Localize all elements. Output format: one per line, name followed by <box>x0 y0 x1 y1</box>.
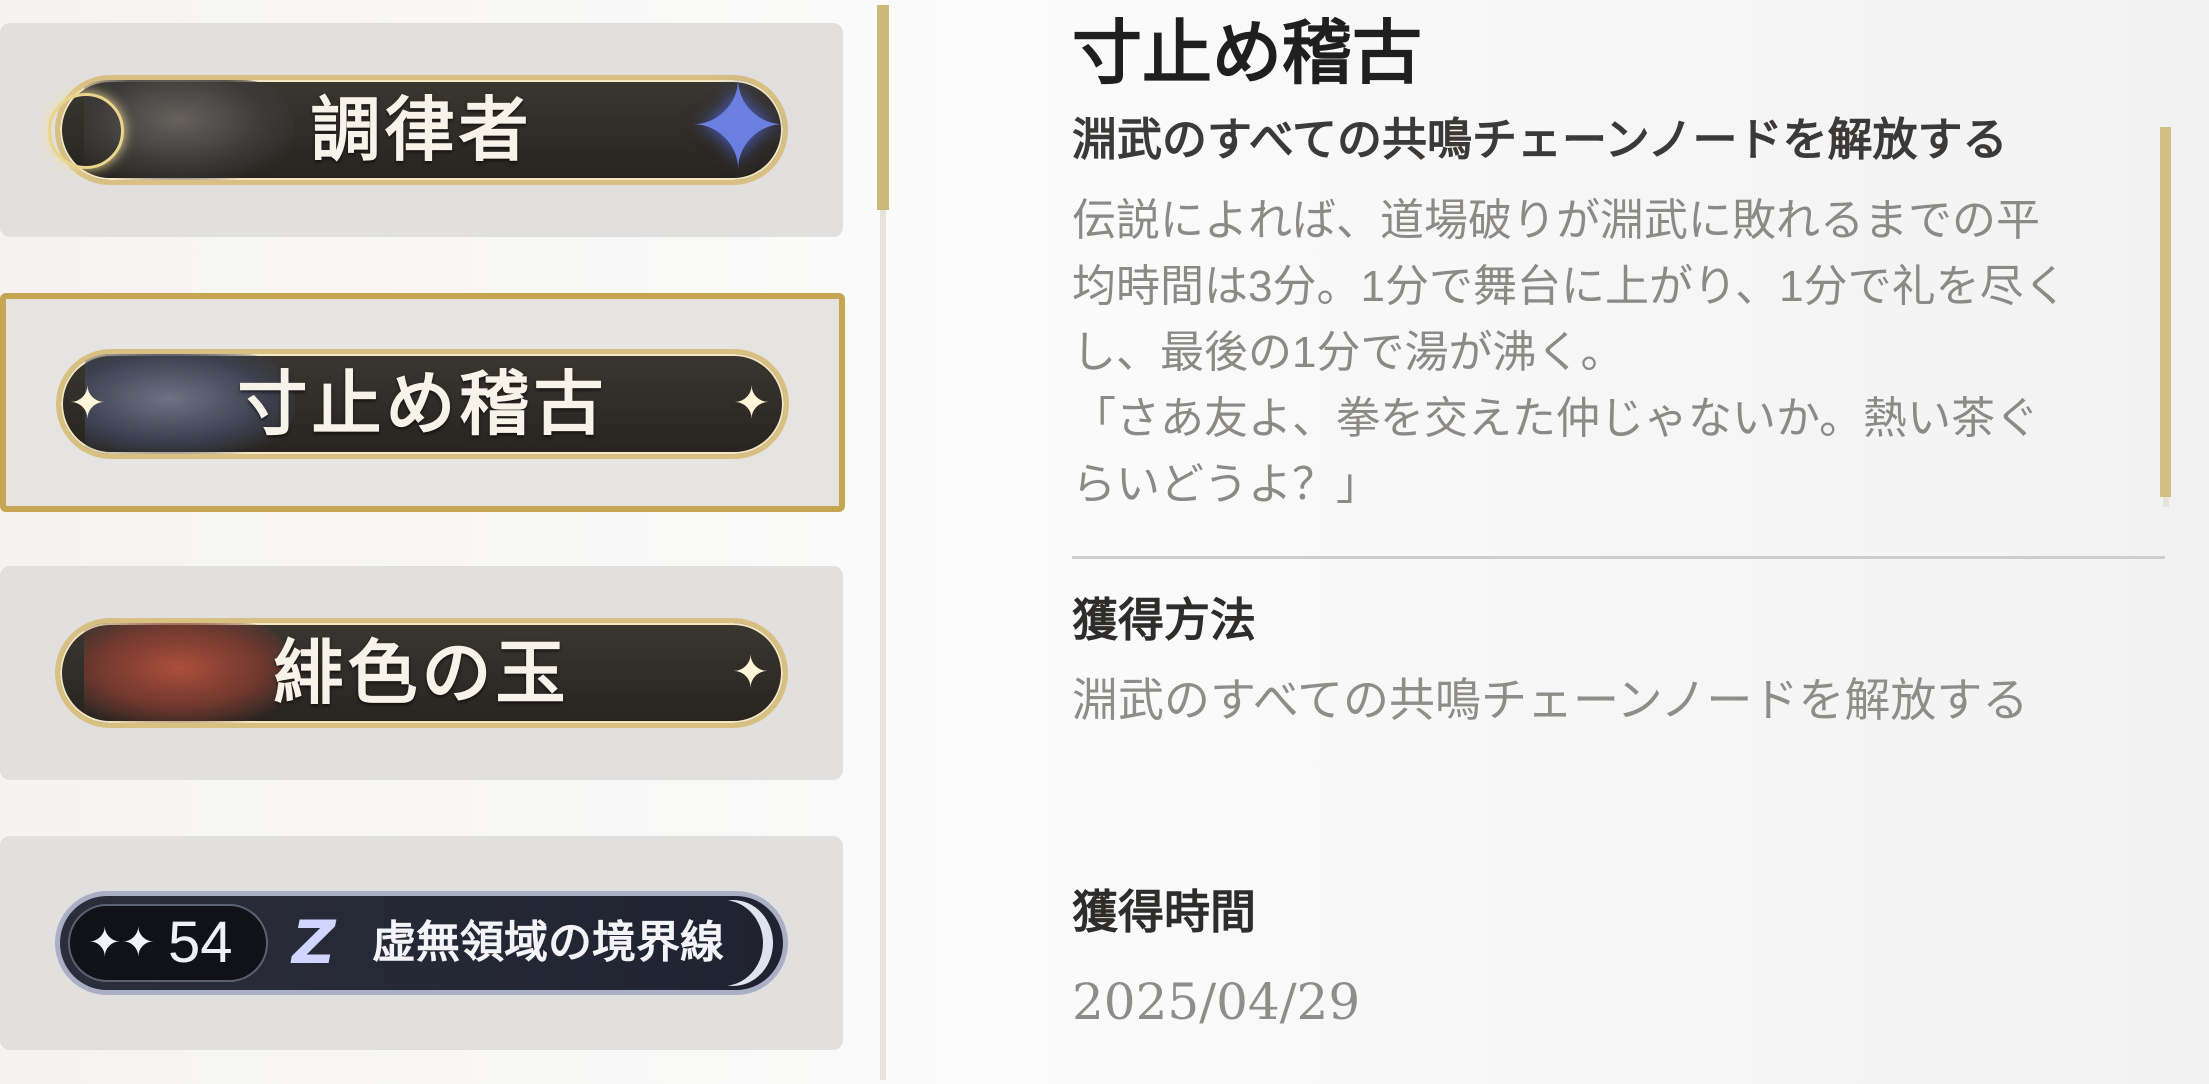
title-plate: 緋色の玉 ✦ <box>55 618 788 728</box>
detail-description: 伝説によれば、道場破りが淵武に敗れるまでの平 均時間は3分。1分で舞台に上がり、… <box>1072 196 2068 509</box>
acquire-time-value: 2025/04/29 <box>1072 973 1361 1031</box>
rank-level: 54 <box>168 910 233 975</box>
acquire-time-heading: 獲得時間 <box>1072 886 1256 938</box>
detail-title: 寸止め稽古 <box>1072 11 1422 94</box>
sparkle-icon: ✦✦ <box>88 920 156 966</box>
title-card-label: 緋色の玉 <box>273 631 570 714</box>
title-detail-panel: 寸止め稽古 淵武のすべての共鳴チェーンノードを解放する 伝説によれば、道場破りが… <box>1072 0 2172 1084</box>
divider <box>1072 556 2165 559</box>
zz-icon: Z <box>292 908 336 978</box>
orb-icon <box>48 93 124 169</box>
title-card-2-selected[interactable]: ✦ 寸止め稽古 ✦ <box>0 293 845 512</box>
acquire-method-heading: 獲得方法 <box>1072 594 1256 646</box>
crescent-moon-icon <box>693 900 773 986</box>
list-scrollbar-thumb[interactable] <box>877 5 889 210</box>
star-flower-icon: ✦ <box>687 58 789 197</box>
rank-badge: ✦✦ 54 <box>68 904 268 982</box>
rank-card[interactable]: ✦✦ 54 Z 虚無領域の境界線 <box>0 836 843 1050</box>
rank-name: 虚無領域の境界線 <box>372 917 724 968</box>
acquire-method-value: 淵武のすべての共鳴チェーンノードを解放する <box>1072 674 2029 726</box>
title-card-label: 寸止め稽古 <box>237 362 608 445</box>
title-card-3[interactable]: 緋色の玉 ✦ <box>0 566 843 780</box>
title-collection-screen: 調律者 ✦ ✦ 寸止め稽古 ✦ 緋色の玉 ✦ ✦✦ 54 Z 虚無領域の境界線 … <box>0 0 2209 1084</box>
title-list: 調律者 ✦ ✦ 寸止め稽古 ✦ 緋色の玉 ✦ ✦✦ 54 Z 虚無領域の境界線 <box>0 0 880 1084</box>
sparkle-icon: ✦ <box>733 378 770 429</box>
title-card-1[interactable]: 調律者 ✦ <box>0 23 843 237</box>
title-plate: ✦ 寸止め稽古 ✦ <box>56 349 789 459</box>
sparkle-icon: ✦ <box>732 647 769 698</box>
detail-subtitle: 淵武のすべての共鳴チェーンノードを解放する <box>1072 114 2008 165</box>
rank-plate: ✦✦ 54 Z 虚無領域の境界線 <box>55 891 788 995</box>
